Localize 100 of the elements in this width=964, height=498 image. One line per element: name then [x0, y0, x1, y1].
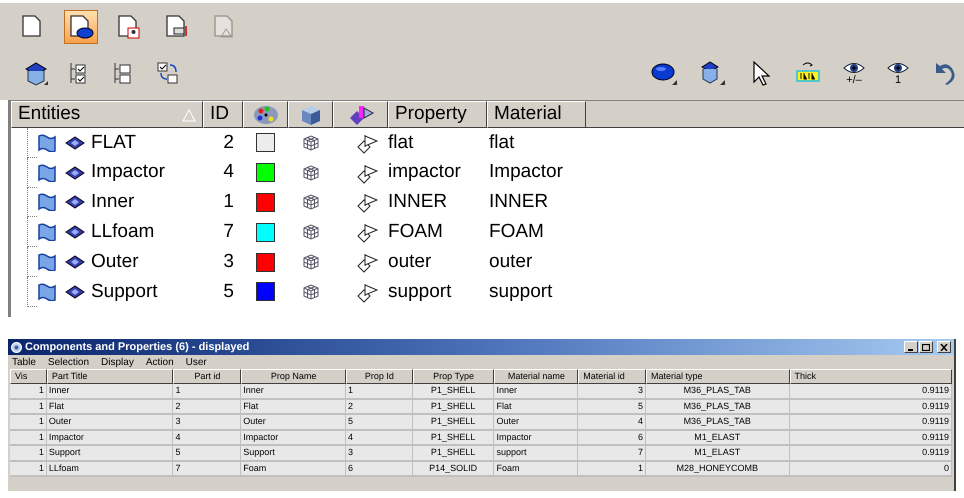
table-cell: P1_SHELL	[412, 384, 494, 400]
table-cell: Impactor	[46, 430, 174, 446]
table-cell: 4	[346, 430, 413, 446]
visibility-button[interactable]: 1	[886, 60, 910, 86]
visibility-button[interactable]: +/–	[842, 60, 866, 86]
column-header[interactable]: Material id	[578, 369, 646, 384]
mesh-cube-icon	[302, 253, 320, 272]
column-header[interactable]: Entities	[11, 101, 203, 128]
column-header[interactable]: Material name	[494, 369, 578, 384]
table-cell: P1_SHELL	[412, 415, 494, 430]
app-icon	[11, 342, 22, 352]
component-icon	[37, 282, 57, 301]
table-cell: 1	[10, 400, 47, 415]
table-cell: 3	[346, 446, 413, 462]
column-header[interactable]: ID	[203, 101, 243, 128]
id-cell-text: 1	[222, 190, 235, 214]
column-header[interactable]: Prop Name	[241, 369, 346, 384]
table-cell: Flat	[494, 400, 578, 415]
menu-item[interactable]: Selection	[48, 354, 90, 370]
table-cell: 0	[790, 462, 952, 477]
table-cell: Foam	[241, 462, 346, 477]
tree-line	[27, 128, 37, 158]
table-cell: 6	[578, 430, 646, 446]
table-cell: Outer	[46, 415, 174, 430]
column-header[interactable]: Prop Type	[412, 369, 494, 384]
tree-line	[27, 276, 37, 307]
column-header[interactable]: Prop Id	[346, 369, 413, 384]
table-cell: 3	[578, 384, 646, 400]
close-button[interactable]	[937, 341, 951, 353]
tree-line	[27, 247, 37, 277]
table-cell: 4	[173, 430, 242, 446]
material-cell-text: outer	[488, 250, 534, 274]
column-header[interactable]: Part id	[173, 369, 242, 384]
table-cell: Flat	[241, 400, 346, 415]
entity-name[interactable]: Support	[91, 278, 158, 306]
table-cell: Support	[46, 446, 174, 462]
tree-line	[27, 188, 37, 218]
table-cell: Impactor	[494, 430, 578, 446]
color-swatch[interactable]	[256, 133, 275, 152]
entity-name[interactable]: Inner	[91, 188, 134, 217]
part-icon	[65, 225, 85, 240]
table-cell: Support	[241, 446, 346, 462]
property-cell-text: support	[388, 280, 452, 304]
part-icon	[65, 195, 85, 210]
component-icon	[37, 193, 57, 212]
color-swatch[interactable]	[256, 163, 275, 182]
sort-icon	[182, 108, 196, 122]
table-cell: 1	[10, 415, 47, 430]
column-header[interactable]: Thick	[790, 369, 952, 384]
color-swatch[interactable]	[256, 282, 275, 302]
table-cell: M36_PLAS_TAB	[646, 384, 790, 400]
table-cell: Inner	[494, 384, 578, 400]
table-cell: P14_SOLID	[412, 462, 494, 477]
table-cell: 3	[173, 415, 242, 430]
table-cell: Outer	[241, 415, 346, 430]
menu-item[interactable]: User	[186, 354, 207, 370]
column-header[interactable]: Part Title	[46, 369, 174, 384]
table-cell: 0.9119	[790, 400, 952, 415]
menu-item[interactable]: Action	[146, 354, 174, 370]
maximize-icon	[922, 344, 930, 350]
column-header[interactable]: Vis	[10, 369, 47, 384]
table-cell: 7	[578, 446, 646, 462]
color-swatch[interactable]	[256, 192, 275, 212]
table-cell: 0.9119	[790, 446, 952, 462]
property-cell-text: INNER	[388, 190, 448, 214]
column-header[interactable]	[243, 101, 288, 128]
table-cell: M36_PLAS_TAB	[646, 415, 790, 430]
color-swatch[interactable]	[256, 222, 275, 242]
entity-name[interactable]: LLfoam	[91, 218, 154, 247]
menu-item[interactable]: Table	[12, 354, 36, 370]
table-cell: M1_ELAST	[646, 430, 790, 446]
minimize-button[interactable]	[904, 341, 918, 353]
entity-name[interactable]: FLAT	[91, 128, 136, 158]
palette-icon	[252, 104, 278, 126]
table-cell: 1	[346, 384, 413, 400]
part-icon	[65, 166, 85, 180]
column-header[interactable]	[288, 101, 333, 128]
column-header[interactable]: Property	[388, 101, 487, 128]
entity-name[interactable]: Impactor	[91, 158, 165, 187]
table-cell: P1_SHELL	[412, 400, 494, 415]
entity-name[interactable]: Outer	[91, 248, 139, 276]
table-cell: Flat	[46, 400, 174, 415]
table-cell: support	[494, 446, 578, 462]
table-cell: M36_PLAS_TAB	[646, 400, 790, 415]
mesh-cube-icon	[302, 193, 320, 212]
mesh-cube-icon	[302, 282, 320, 301]
eye-icon	[886, 60, 910, 74]
column-header[interactable]: Material type	[646, 369, 790, 384]
menu-item[interactable]: Display	[101, 354, 134, 370]
material-cell-text: support	[488, 280, 554, 304]
maximize-button[interactable]	[919, 341, 933, 353]
property-cell-text: outer	[388, 250, 432, 274]
tree-line	[27, 158, 37, 188]
tree-line	[27, 217, 37, 248]
table-cell: 2	[346, 400, 413, 415]
column-header[interactable]	[333, 101, 388, 128]
table-cell: P1_SHELL	[412, 430, 494, 446]
column-header[interactable]: Material	[487, 101, 586, 128]
color-swatch[interactable]	[256, 252, 275, 272]
table-cell: 2	[173, 400, 242, 415]
